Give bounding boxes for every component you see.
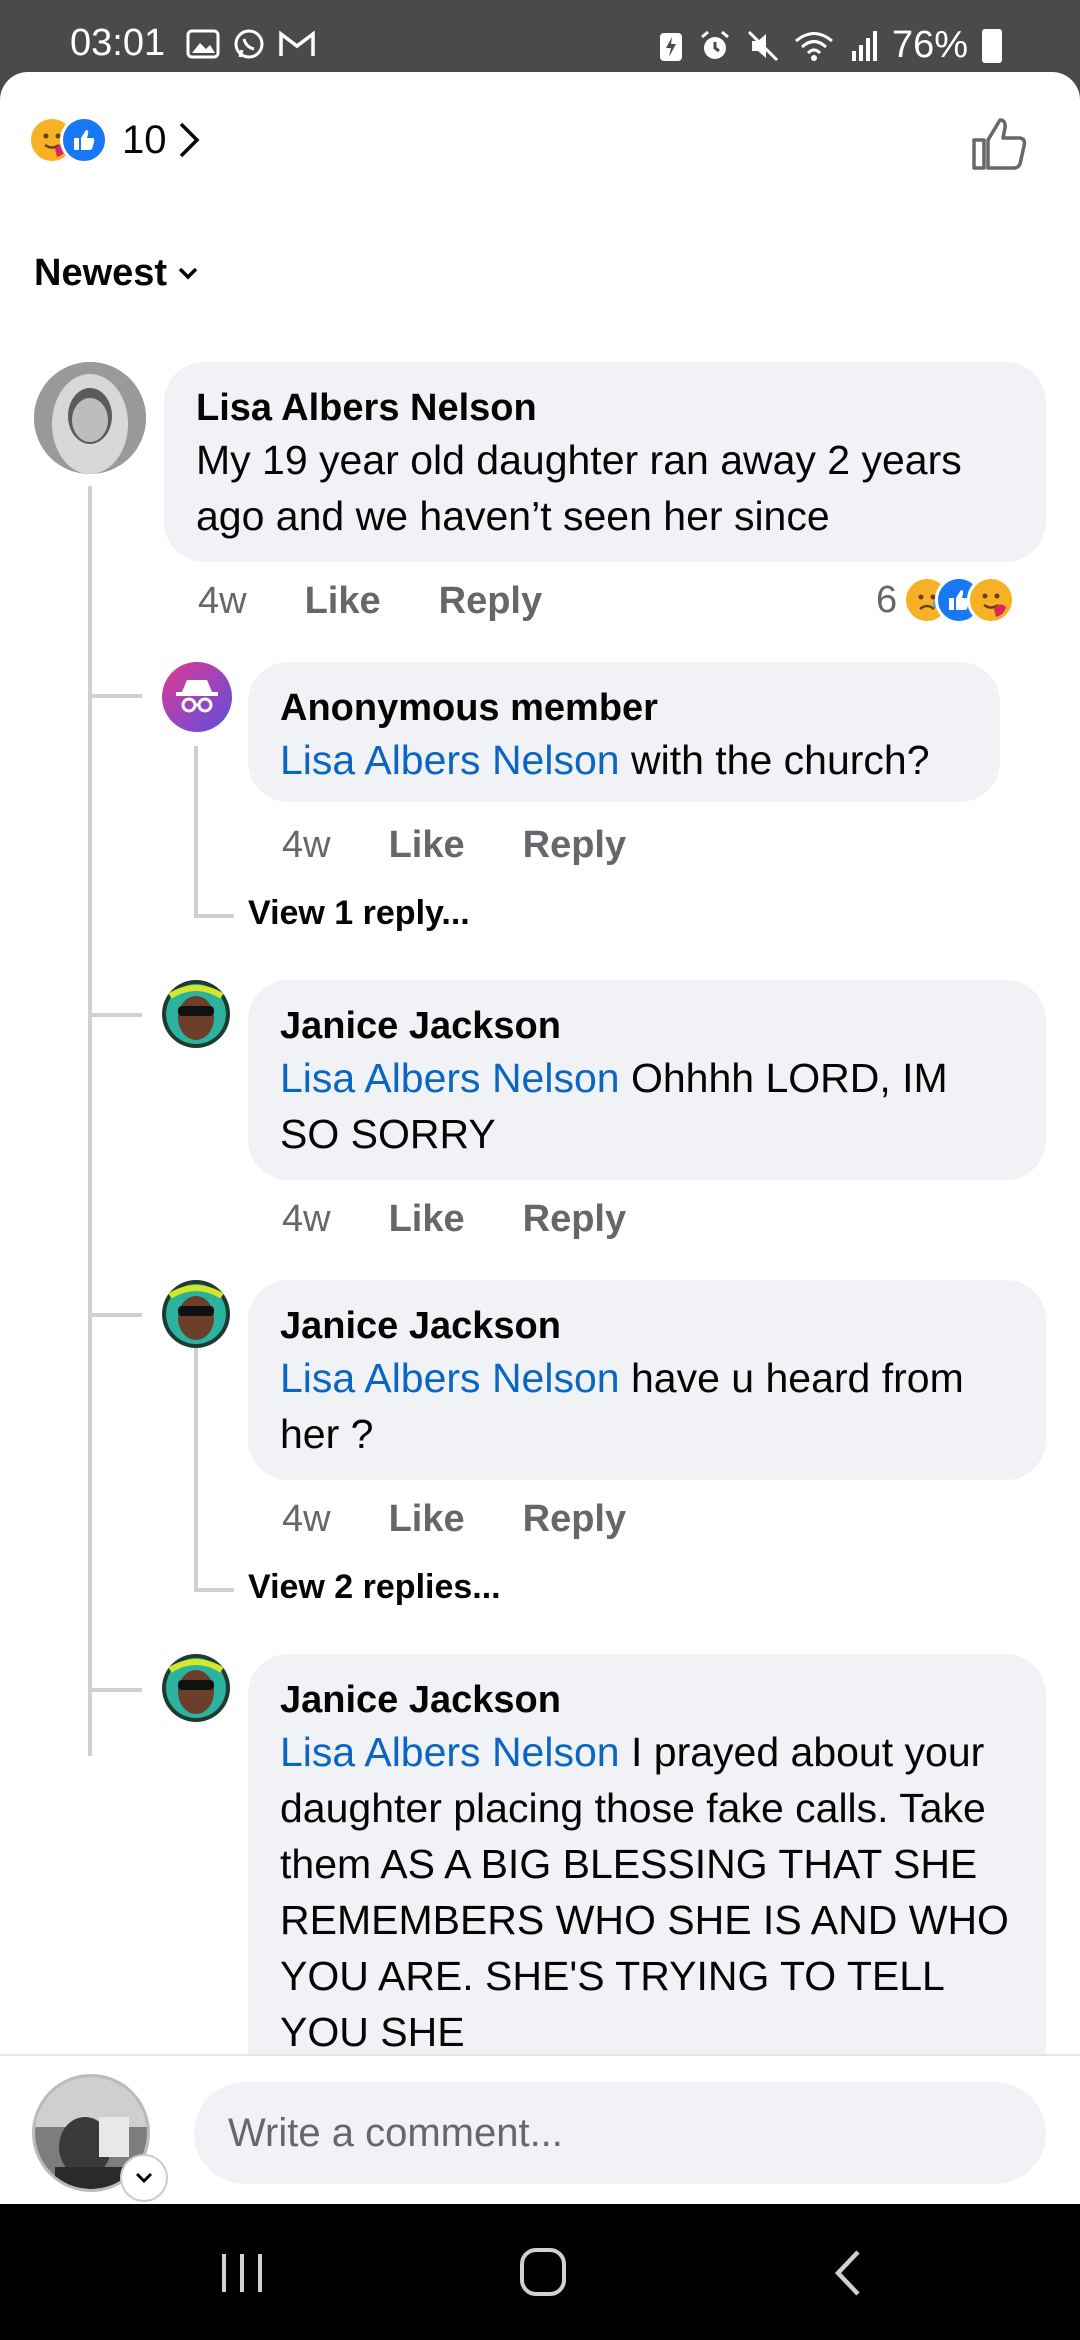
gmail-icon bbox=[279, 30, 315, 56]
mention-link[interactable]: Lisa Albers Nelson bbox=[280, 737, 620, 783]
reply-author[interactable]: Janice Jackson bbox=[280, 1002, 1014, 1050]
reply-time[interactable]: 4w bbox=[282, 1498, 331, 1541]
sort-dropdown[interactable]: Newest bbox=[34, 252, 199, 295]
avatar[interactable] bbox=[34, 362, 146, 474]
wifi-icon bbox=[794, 31, 833, 61]
reaction-count: 10 bbox=[122, 117, 167, 162]
comment-author[interactable]: Lisa Albers Nelson bbox=[196, 384, 1014, 432]
status-time: 03:01 bbox=[70, 22, 166, 64]
status-bar: 03:01 76% bbox=[0, 0, 1080, 72]
reply-text: Lisa Albers Nelson Ohhhh LORD, IM SO SOR… bbox=[280, 1050, 1014, 1162]
reply-text: Lisa Albers Nelson with the church? bbox=[280, 732, 968, 788]
battery-icon bbox=[982, 28, 1002, 63]
reply-body: I prayed about your daughter placing tho… bbox=[280, 1729, 1009, 2055]
mention-link[interactable]: Lisa Albers Nelson bbox=[280, 1729, 620, 1775]
reactions-summary[interactable]: 10 bbox=[28, 116, 201, 164]
view-replies-link[interactable]: View 1 reply... bbox=[248, 894, 470, 933]
reply-actions: 4w Like Reply bbox=[282, 824, 684, 867]
like-button[interactable]: Like bbox=[389, 1498, 465, 1541]
comment-time[interactable]: 4w bbox=[198, 580, 247, 623]
notification-icons bbox=[186, 28, 316, 60]
avatar[interactable] bbox=[162, 1654, 230, 1722]
reply-author[interactable]: Janice Jackson bbox=[280, 1676, 1014, 1724]
battery-percent: 76% bbox=[891, 24, 968, 66]
thumbs-up-icon[interactable] bbox=[970, 114, 1030, 174]
chevron-down-icon bbox=[178, 267, 198, 279]
like-button[interactable]: Like bbox=[305, 580, 381, 623]
battery-saver-icon bbox=[659, 32, 682, 61]
thread-line-sub bbox=[194, 1346, 198, 1590]
reply-bubble[interactable]: Anonymous member Lisa Albers Nelson with… bbox=[248, 662, 1000, 802]
system-nav-bar bbox=[0, 2204, 1080, 2340]
like-button[interactable]: Like bbox=[389, 1198, 465, 1241]
reply-button[interactable]: Reply bbox=[439, 580, 542, 623]
thread-connector bbox=[88, 1688, 142, 1692]
thread-line-main bbox=[88, 486, 92, 1756]
thread-line-sub bbox=[194, 746, 198, 916]
thread-connector bbox=[88, 1313, 142, 1317]
avatar[interactable] bbox=[162, 1280, 230, 1348]
comment-bubble[interactable]: Lisa Albers Nelson My 19 year old daught… bbox=[164, 362, 1046, 562]
reply-time[interactable]: 4w bbox=[282, 1198, 331, 1241]
reply-button[interactable]: Reply bbox=[523, 1198, 626, 1241]
reply-bubble[interactable]: Janice Jackson Lisa Albers Nelson have u… bbox=[248, 1280, 1046, 1480]
back-icon[interactable] bbox=[828, 2248, 868, 2298]
recent-apps-icon[interactable] bbox=[218, 2248, 268, 2296]
reply-time[interactable]: 4w bbox=[282, 824, 331, 867]
system-icons: 76% bbox=[658, 24, 1002, 67]
comment-reactions[interactable]: 6 bbox=[876, 576, 1016, 624]
avatar[interactable] bbox=[162, 980, 230, 1048]
thread-connector bbox=[194, 1588, 234, 1592]
comment-text: My 19 year old daughter ran away 2 years… bbox=[196, 437, 962, 539]
reply-author[interactable]: Janice Jackson bbox=[280, 1302, 1014, 1350]
anonymous-avatar-icon[interactable] bbox=[162, 662, 232, 732]
thread-connector bbox=[88, 1013, 142, 1017]
reply-button[interactable]: Reply bbox=[523, 1498, 626, 1541]
comment-input[interactable] bbox=[194, 2082, 1046, 2184]
whatsapp-icon bbox=[234, 29, 264, 59]
reply-actions: 4w Like Reply bbox=[282, 1498, 684, 1541]
signal-icon bbox=[851, 30, 877, 61]
account-switcher[interactable] bbox=[120, 2154, 168, 2202]
alarm-icon bbox=[700, 30, 729, 59]
like-button[interactable]: Like bbox=[389, 824, 465, 867]
home-icon[interactable] bbox=[518, 2246, 568, 2298]
mention-link[interactable]: Lisa Albers Nelson bbox=[280, 1055, 620, 1101]
reply-author[interactable]: Anonymous member bbox=[280, 684, 968, 732]
comment-composer bbox=[0, 2054, 1080, 2204]
mention-link[interactable]: Lisa Albers Nelson bbox=[280, 1355, 620, 1401]
comments-sheet: 10 Newest Lisa Albers Nelson My 19 year … bbox=[0, 72, 1080, 2204]
view-replies-link[interactable]: View 2 replies... bbox=[248, 1568, 501, 1607]
sort-label: Newest bbox=[34, 252, 168, 294]
reply-text: Lisa Albers Nelson have u heard from her… bbox=[280, 1350, 1014, 1462]
reply-actions: 4w Like Reply bbox=[282, 1198, 684, 1241]
care-reaction-icon bbox=[967, 576, 1016, 624]
thread-connector bbox=[194, 914, 234, 918]
chevron-down-icon bbox=[135, 2172, 153, 2184]
reply-text: Lisa Albers Nelson I prayed about your d… bbox=[280, 1724, 1014, 2060]
thread-connector bbox=[88, 694, 142, 698]
comment-reaction-count: 6 bbox=[876, 578, 898, 621]
reply-bubble[interactable]: Janice Jackson Lisa Albers Nelson Ohhhh … bbox=[248, 980, 1046, 1180]
reply-button[interactable]: Reply bbox=[523, 824, 626, 867]
reply-body: with the church? bbox=[630, 737, 930, 783]
gallery-icon bbox=[186, 29, 220, 59]
chevron-right-icon bbox=[179, 122, 199, 158]
comment-actions: 4w Like Reply bbox=[198, 580, 600, 623]
mute-icon bbox=[747, 30, 778, 61]
like-reaction-icon bbox=[60, 116, 108, 164]
